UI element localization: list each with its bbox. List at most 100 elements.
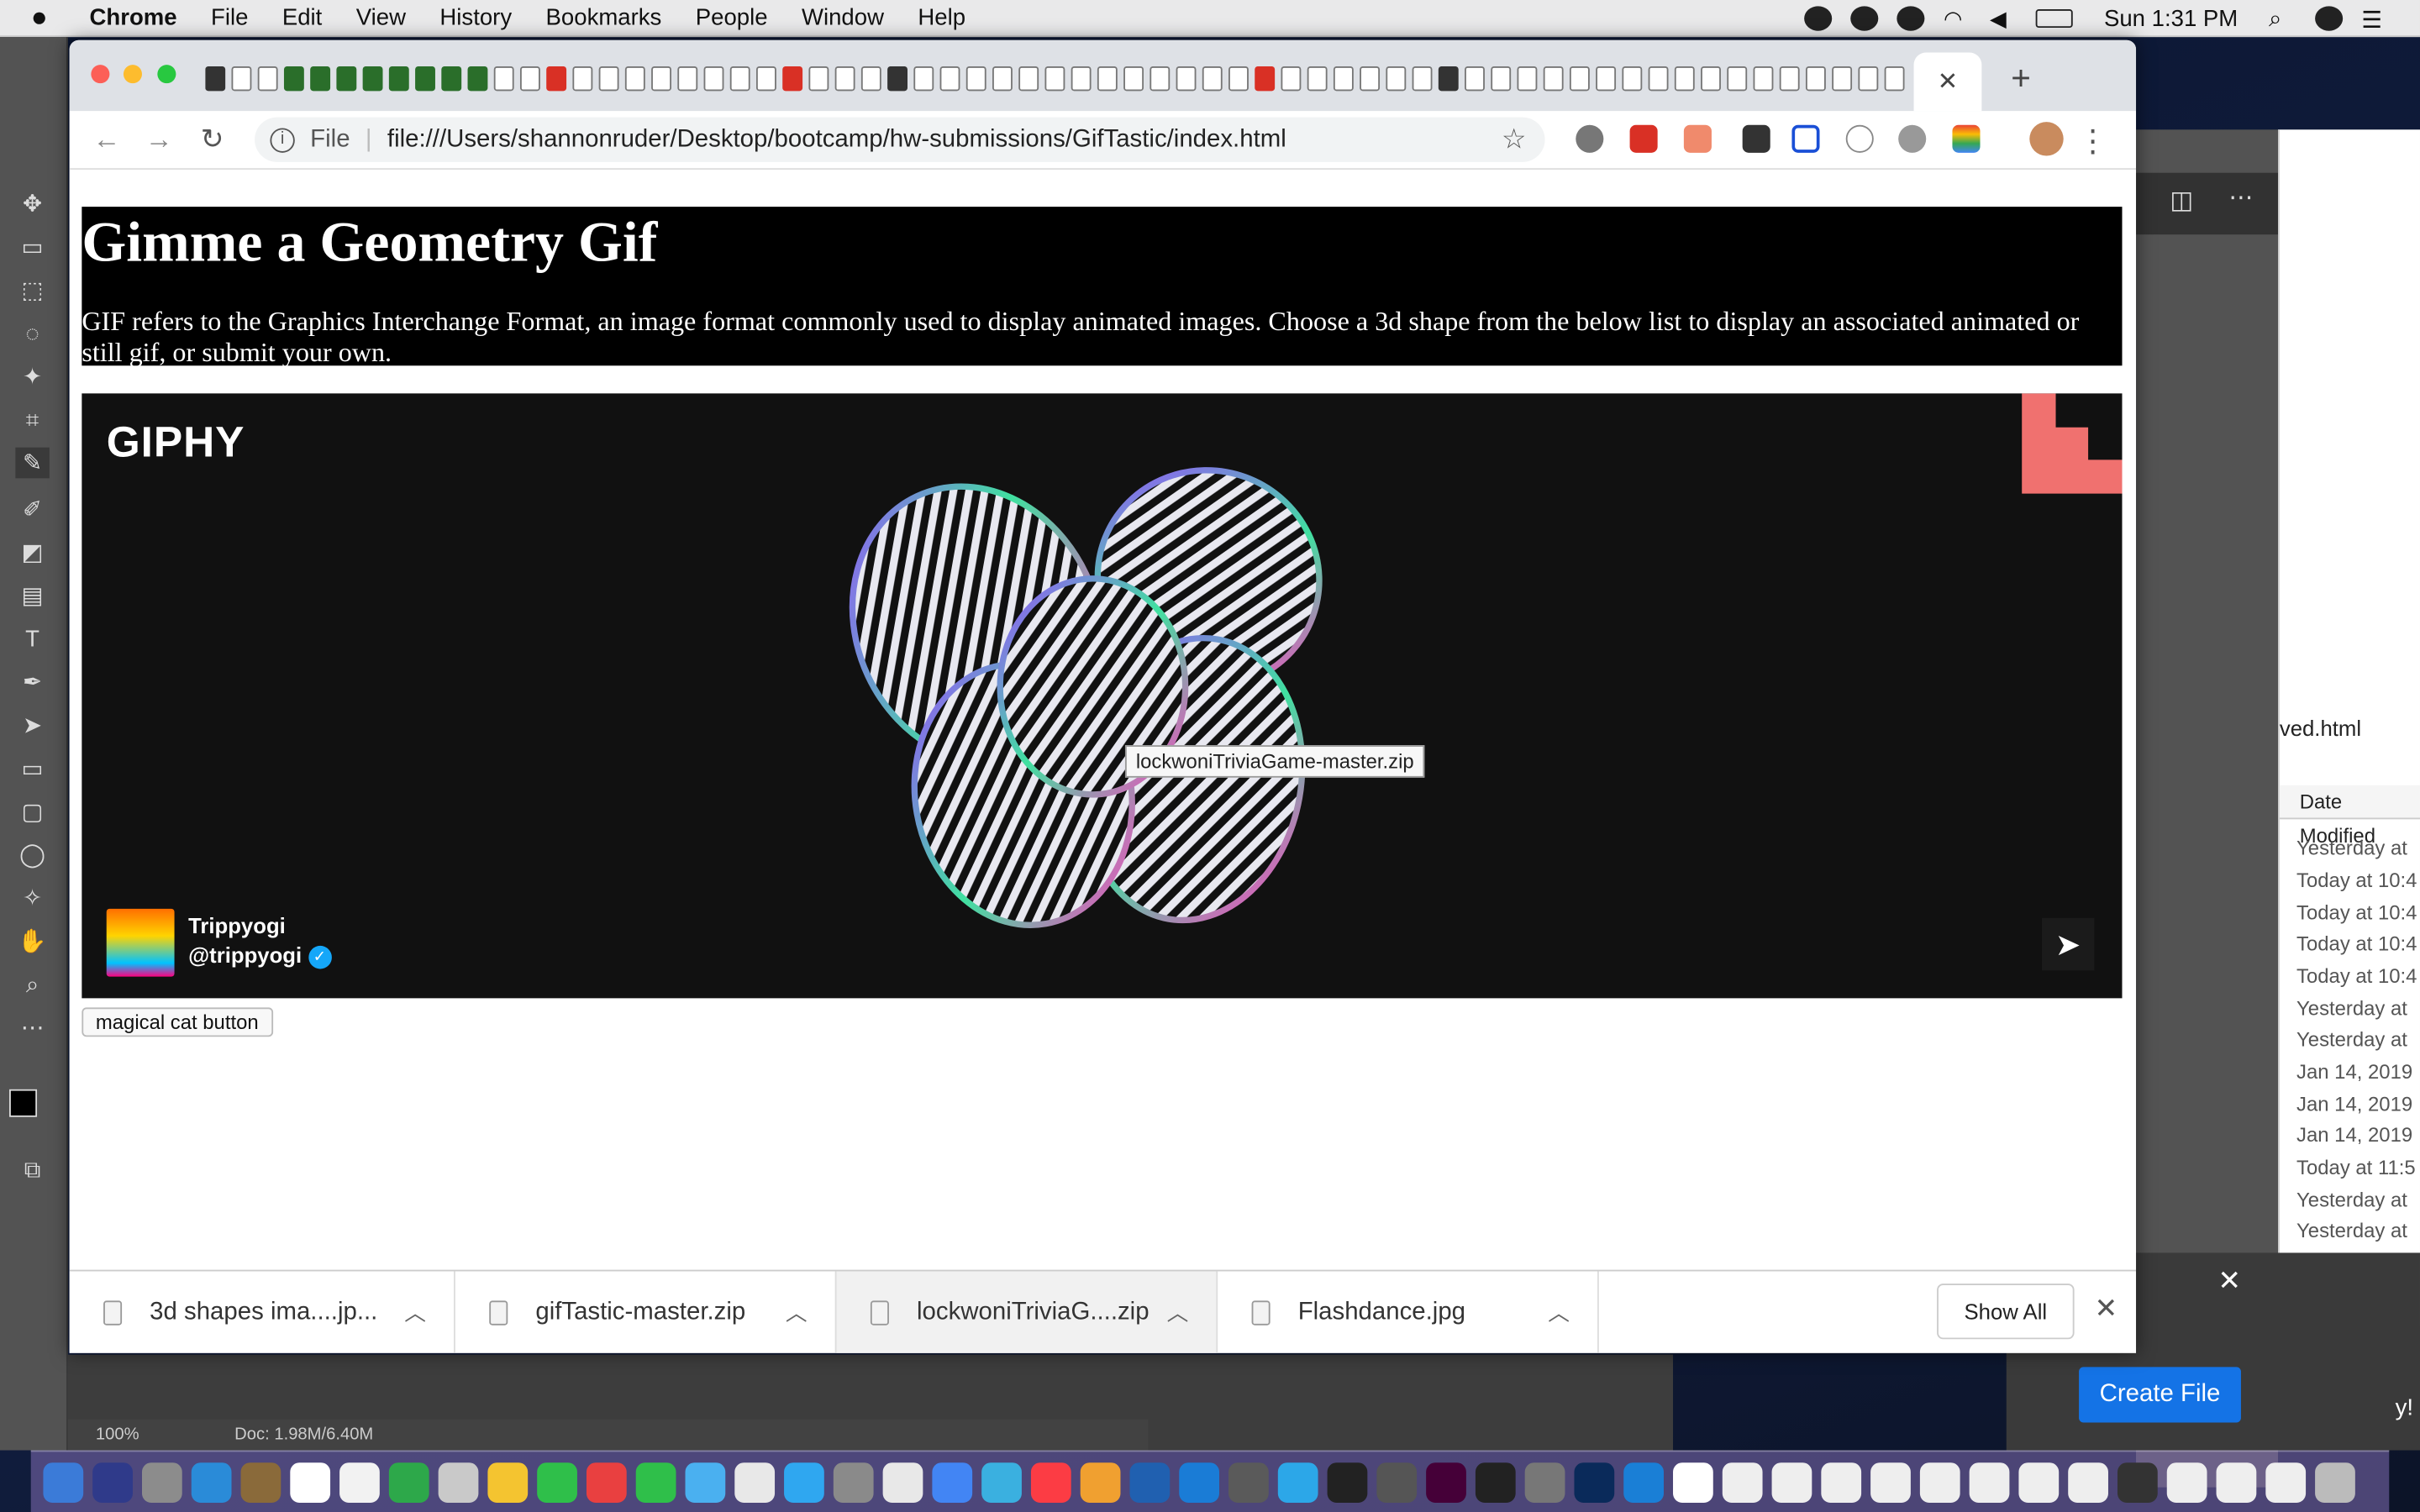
tab-favicon[interactable] (415, 66, 435, 92)
tab-favicon[interactable] (834, 66, 855, 92)
dock-app-icon[interactable] (1030, 1462, 1071, 1503)
dock-app-icon[interactable] (2216, 1462, 2257, 1503)
chevron-up-icon[interactable]: ︿ (1167, 1298, 1189, 1329)
tab-favicon[interactable] (362, 66, 383, 92)
rectangle-tool-icon[interactable]: ▭ (15, 753, 49, 784)
dock-app-icon[interactable] (92, 1462, 133, 1503)
close-tab-icon[interactable]: ✕ (1938, 66, 1959, 97)
dock-app-icon[interactable] (1080, 1462, 1121, 1503)
show-all-button[interactable]: Show All (1937, 1284, 2075, 1340)
tab-favicon[interactable] (1360, 66, 1381, 92)
dock-app-icon[interactable] (1426, 1462, 1466, 1503)
more-menu-icon[interactable]: ⋮ (2077, 122, 2108, 160)
close-downloads-icon[interactable]: ✕ (2094, 1293, 2118, 1326)
dock-app-icon[interactable] (932, 1462, 973, 1503)
finder-row-date[interactable]: Today at 10:4 (2296, 964, 2417, 988)
download-item[interactable]: gifTastic-master.zip ︿ (455, 1271, 837, 1353)
skype-status-icon[interactable] (1804, 6, 1833, 31)
dock-app-icon[interactable] (635, 1462, 676, 1503)
tab-favicon[interactable] (992, 66, 1013, 92)
zoom-window-button[interactable] (157, 65, 176, 84)
tab-favicon[interactable] (1044, 66, 1065, 92)
tab-favicon[interactable] (388, 66, 409, 92)
dock-app-icon[interactable] (1475, 1462, 1516, 1503)
finder-row-date[interactable]: Yesterday at (2296, 837, 2407, 860)
finder-row-date[interactable]: Today at 10:4 (2296, 869, 2417, 892)
tab-favicon[interactable] (1097, 66, 1118, 92)
finder-row-date[interactable]: Jan 14, 2019 (2296, 1123, 2412, 1147)
panel-menu-icon[interactable]: ⋯ (2228, 182, 2253, 213)
dock-app-icon[interactable] (1771, 1462, 1812, 1503)
type-tool-icon[interactable]: T (15, 623, 49, 654)
forward-arrow-icon[interactable]: → (145, 123, 173, 156)
finder-file-name[interactable]: ved.html (2280, 716, 2361, 740)
create-file-button[interactable]: Create File (2079, 1367, 2241, 1423)
tab-favicon[interactable] (624, 66, 645, 92)
tab-favicon[interactable] (677, 66, 698, 92)
tab-favicon[interactable] (1150, 66, 1171, 92)
clock[interactable]: Sun 1:31 PM (2104, 5, 2238, 31)
tab-favicon[interactable] (913, 66, 934, 92)
tab-favicon[interactable] (1123, 66, 1144, 92)
menu-file[interactable]: File (211, 5, 248, 31)
tab-favicon[interactable] (860, 66, 881, 92)
url-text[interactable]: file:///Users/shannonruder/Desktop/bootc… (387, 126, 1286, 154)
tab-favicon[interactable] (1648, 66, 1669, 92)
tab-favicon[interactable] (1386, 66, 1407, 92)
tab-favicon[interactable] (755, 66, 776, 92)
spotlight-search-icon[interactable]: ⌕ (2269, 6, 2296, 32)
dock-app-icon[interactable] (191, 1462, 232, 1503)
dock-app-icon[interactable] (1524, 1462, 1565, 1503)
eraser-tool-icon[interactable]: ◩ (15, 537, 49, 568)
tab-favicon[interactable] (703, 66, 724, 92)
finder-row-date[interactable]: Today at 11:5 (2296, 1156, 2416, 1179)
dock-app-icon[interactable] (438, 1462, 479, 1503)
tab-favicon[interactable] (1517, 66, 1538, 92)
extension-gear-icon[interactable] (1576, 124, 1604, 153)
tab-favicon[interactable] (808, 66, 829, 92)
tab-favicon[interactable] (1805, 66, 1826, 92)
dock-app-icon[interactable] (1574, 1462, 1615, 1503)
tab-favicon[interactable] (965, 66, 986, 92)
tab-favicon[interactable] (1622, 66, 1643, 92)
tab-favicon[interactable] (572, 66, 593, 92)
eyedropper-extension-icon[interactable] (1742, 124, 1770, 153)
tab-favicon[interactable] (1228, 66, 1249, 92)
tab-favicon[interactable] (467, 66, 488, 92)
pen-tool-icon[interactable]: ✒ (15, 666, 49, 697)
creator-info[interactable]: Trippyogi @trippyogi ✓ (188, 912, 332, 971)
tab-favicon[interactable] (1071, 66, 1092, 92)
palette-extension-icon[interactable] (1898, 124, 1927, 153)
giphy-embed[interactable]: GIPHY lockwoniTriviaGame-master.zip Trip… (82, 393, 2123, 999)
wifi-icon[interactable]: ◠ (1944, 6, 1971, 30)
dock-app-icon[interactable] (1277, 1462, 1318, 1503)
tab-favicon[interactable] (939, 66, 960, 92)
dock-app-icon[interactable] (2018, 1462, 2060, 1503)
dock-app-icon[interactable] (1179, 1462, 1220, 1503)
date-modified-header[interactable]: Date Modified (2279, 785, 2420, 847)
dock-app-icon[interactable] (1722, 1462, 1763, 1503)
apple-menu-icon[interactable]: ● (31, 2, 62, 34)
tab-favicon[interactable] (1779, 66, 1800, 92)
tab-favicon[interactable] (1018, 66, 1039, 92)
tab-favicon[interactable] (1569, 66, 1590, 92)
download-item[interactable]: lockwoniTriviaG....zip ︿ (836, 1271, 1218, 1353)
tab-favicon[interactable] (1202, 66, 1223, 92)
dock-app-icon[interactable] (981, 1462, 1022, 1503)
tab-favicon[interactable] (441, 66, 462, 92)
tab-favicon[interactable] (1281, 66, 1302, 92)
back-arrow-icon[interactable]: ← (92, 123, 120, 156)
dock-app-icon[interactable] (685, 1462, 726, 1503)
tab-favicon[interactable] (1438, 66, 1459, 92)
dock-app-icon[interactable] (586, 1462, 627, 1503)
finder-row-date[interactable]: Today at 10:4 (2296, 901, 2417, 925)
close-window-button[interactable] (91, 65, 110, 84)
dock-app-icon[interactable] (1919, 1462, 1960, 1503)
menu-history[interactable]: History (439, 5, 512, 31)
bookmark-star-icon[interactable]: ☆ (1502, 123, 1527, 156)
dock-app-icon[interactable] (1228, 1462, 1269, 1503)
brush-tool-icon[interactable]: ✐ (15, 494, 49, 525)
dock-app-icon[interactable] (1327, 1462, 1368, 1503)
tab-favicon[interactable] (1596, 66, 1617, 92)
panel-layout-icon[interactable]: ◫ (2170, 185, 2193, 216)
